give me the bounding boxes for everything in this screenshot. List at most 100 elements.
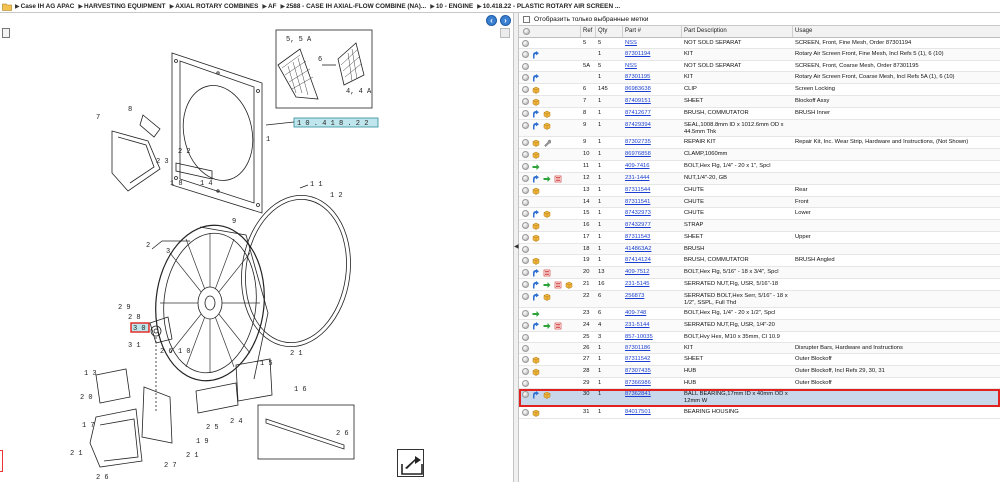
part-number-link[interactable]: 84017501 xyxy=(625,409,651,415)
part-number-cell[interactable]: 857-10035 xyxy=(623,332,682,342)
package-icon[interactable] xyxy=(543,210,551,218)
callout-label[interactable]: 3 0 xyxy=(133,325,146,333)
breadcrumb-item[interactable]: AF xyxy=(268,3,277,10)
breadcrumb-item[interactable]: AXIAL ROTARY COMBINES xyxy=(175,3,258,10)
row-select-icon[interactable] xyxy=(522,391,529,399)
part-number-link[interactable]: 87311542 xyxy=(625,356,650,362)
table-row[interactable]: 15 1 87432973 CHUTE Lower xyxy=(519,208,1000,221)
alternate-arrow-icon[interactable] xyxy=(532,310,540,318)
row-select-icon[interactable] xyxy=(522,187,529,195)
table-row[interactable]: 29 1 87366986 HUB Outer Blockoff xyxy=(519,378,1000,390)
row-select-icon[interactable] xyxy=(522,246,529,254)
part-number-cell[interactable]: 231-1444 xyxy=(623,173,682,184)
part-number-link[interactable]: 87362841 xyxy=(625,391,651,397)
part-number-link[interactable]: 87302735 xyxy=(625,139,651,145)
row-select-icon[interactable] xyxy=(522,98,529,105)
part-number-cell[interactable]: 409-7416 xyxy=(623,161,682,172)
table-row[interactable]: 5 5 NSS NOT SOLD SEPARAT SCREEN, Front, Fine… xyxy=(519,38,1000,49)
row-select-icon[interactable] xyxy=(522,175,529,183)
table-row[interactable]: 28 1 87307435 HUB Outer Blockoff, Incl Refs … xyxy=(519,366,1000,379)
table-row[interactable]: 5A 5 NSS NOT SOLD SEPARAT SCREEN, Front, Coa… xyxy=(519,61,1000,72)
substitute-arrow-icon[interactable] xyxy=(532,210,540,218)
part-number-link[interactable]: 87432973 xyxy=(625,210,651,216)
part-number-cell[interactable]: 87301194 xyxy=(623,49,682,60)
part-number-cell[interactable]: 231-5145 xyxy=(623,279,682,290)
part-number-link[interactable]: 87432977 xyxy=(625,222,651,228)
row-select-icon[interactable] xyxy=(522,63,529,70)
part-number-cell[interactable]: 87301186 xyxy=(623,343,682,353)
part-number-link[interactable]: 87412677 xyxy=(625,110,651,116)
table-row[interactable]: 26 1 87301186 KIT Disrupter Bars, Hardware a… xyxy=(519,343,1000,355)
part-number-cell[interactable]: 87412677 xyxy=(623,108,682,119)
part-number-cell[interactable]: 87432977 xyxy=(623,220,682,231)
part-number-cell[interactable]: 87409151 xyxy=(623,96,682,107)
row-select-icon[interactable] xyxy=(522,122,529,129)
table-row[interactable]: 19 1 87414124 BRUSH, COMMUTATOR BRUSH Angled xyxy=(519,255,1000,268)
substitute-arrow-icon[interactable] xyxy=(532,391,540,399)
table-row[interactable]: 1 87301195 KIT Rotary Air Screen Front, Coa… xyxy=(519,72,1000,84)
part-number-link[interactable]: 409-7512 xyxy=(625,269,650,275)
part-number-cell[interactable]: 87302735 xyxy=(623,137,682,148)
row-select-icon[interactable] xyxy=(522,310,529,318)
table-row[interactable]: 22 6 256873 SERRATED BOLT,Hex Serr, 5/16" -… xyxy=(519,291,1000,309)
row-select-icon[interactable] xyxy=(522,163,529,171)
row-select-icon[interactable] xyxy=(522,380,529,388)
part-number-cell[interactable]: 87301195 xyxy=(623,72,682,83)
substitute-arrow-icon[interactable] xyxy=(532,74,540,82)
part-number-link[interactable]: 409-7416 xyxy=(625,163,650,169)
package-icon[interactable] xyxy=(565,281,573,289)
part-number-link[interactable]: 87414124 xyxy=(625,257,651,263)
part-number-link[interactable]: 256873 xyxy=(625,293,644,299)
package-icon[interactable] xyxy=(543,110,551,118)
part-number-link[interactable]: 87409151 xyxy=(625,98,651,104)
section-reference-text[interactable]: 1 0 . 4 1 8 . 2 2 xyxy=(297,120,368,128)
breadcrumb-item[interactable]: 10.418.22 - PLASTIC ROTARY AIR SCREEN ..… xyxy=(483,3,620,10)
package-icon[interactable] xyxy=(532,139,540,147)
breadcrumb-item[interactable]: 2588 - CASE IH AXIAL-FLOW COMBINE (NA)..… xyxy=(286,3,426,10)
row-select-icon[interactable] xyxy=(522,281,529,289)
part-number-cell[interactable]: 87366986 xyxy=(623,378,682,388)
part-number-cell[interactable]: 231-5144 xyxy=(623,320,682,331)
package-icon[interactable] xyxy=(543,391,551,400)
table-row[interactable]: 13 1 87311544 CHUTE Rear xyxy=(519,185,1000,198)
table-row[interactable]: 16 1 87432977 STRAP xyxy=(519,220,1000,233)
part-number-link[interactable]: 87301186 xyxy=(625,345,650,351)
table-row[interactable]: 21 16 231-5145 SERRATED NUT,Flg, USR, 5/16"… xyxy=(519,279,1000,292)
package-icon[interactable] xyxy=(532,234,540,242)
row-select-icon[interactable] xyxy=(522,408,529,416)
export-button[interactable] xyxy=(397,449,424,477)
row-select-icon[interactable] xyxy=(522,293,529,301)
part-number-link[interactable]: 87311543 xyxy=(625,234,650,240)
repair-kit-icon[interactable] xyxy=(543,139,552,148)
select-all-icon[interactable] xyxy=(523,28,530,35)
part-number-link[interactable]: 231-1444 xyxy=(625,175,650,181)
table-row[interactable]: 20 13 409-7512 BOLT,Hex Flg, 5/16" - 18 x 3… xyxy=(519,267,1000,280)
row-select-icon[interactable] xyxy=(522,110,529,117)
part-number-cell[interactable]: NSS xyxy=(623,38,682,48)
substitute-arrow-icon[interactable] xyxy=(532,269,540,277)
package-icon[interactable] xyxy=(532,151,540,159)
part-number-cell[interactable]: 87414124 xyxy=(623,255,682,266)
table-row[interactable]: 14 1 87311541 CHUTE Front xyxy=(519,197,1000,209)
table-row[interactable]: 17 1 87311543 SHEET Upper xyxy=(519,232,1000,245)
table-row[interactable]: 7 1 87409151 SHEET Blockoff Assy xyxy=(519,96,1000,108)
table-row[interactable]: 27 1 87311542 SHEET Outer Blockoff xyxy=(519,354,1000,367)
alternate-arrow-icon[interactable] xyxy=(543,322,551,330)
header-qty[interactable]: Qty xyxy=(596,26,623,37)
row-select-icon[interactable] xyxy=(522,234,529,242)
package-icon[interactable] xyxy=(532,86,540,94)
package-icon[interactable] xyxy=(532,222,540,230)
breadcrumb-item[interactable]: 10 - ENGINE xyxy=(436,3,473,10)
part-number-cell[interactable]: 87311543 xyxy=(623,232,682,243)
part-number-cell[interactable]: 87362841 xyxy=(623,389,682,405)
collapse-arrow-icon[interactable]: ◀ xyxy=(514,243,519,250)
breadcrumb-item[interactable]: Case IH AG APAC xyxy=(21,3,75,10)
document-list-icon[interactable] xyxy=(543,269,551,277)
part-number-link[interactable]: 231-5144 xyxy=(625,322,650,328)
part-number-cell[interactable]: 86983638 xyxy=(623,84,682,95)
substitute-arrow-icon[interactable] xyxy=(532,122,540,130)
row-select-icon[interactable] xyxy=(522,86,529,93)
part-number-cell[interactable]: NSS xyxy=(623,61,682,71)
row-select-icon[interactable] xyxy=(522,356,529,364)
package-icon[interactable] xyxy=(532,356,540,365)
